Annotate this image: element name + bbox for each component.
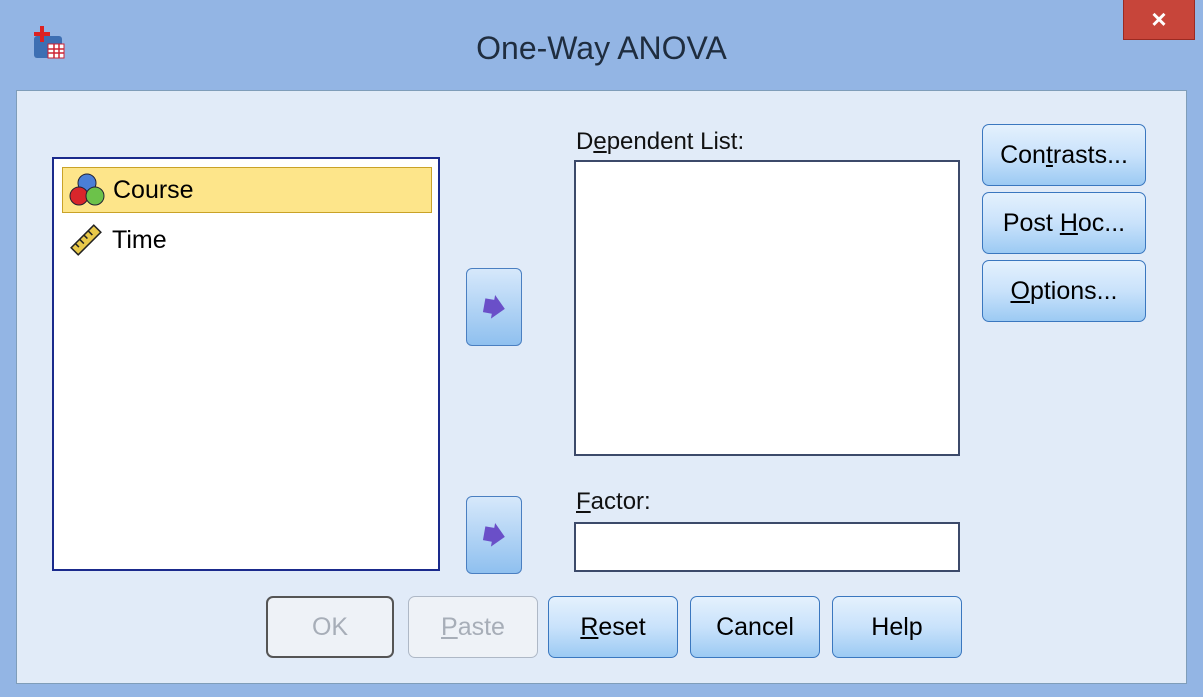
nominal-variable-icon [69,173,105,206]
variable-label: Course [113,175,194,204]
options-button[interactable]: Options... [982,260,1146,322]
factor-field[interactable] [574,522,960,572]
right-arrow-icon [482,295,505,319]
dependent-list-label: Dependent List: [576,128,745,155]
ok-button[interactable]: OK [266,596,394,658]
title-bar: One-Way ANOVA × [0,0,1203,82]
variable-item-time[interactable]: Time [62,217,432,263]
close-button[interactable]: × [1123,0,1195,40]
cancel-button[interactable]: Cancel [690,596,820,658]
right-arrow-icon [482,523,505,547]
variable-label: Time [112,225,167,254]
move-to-factor-button[interactable] [466,496,522,574]
paste-button[interactable]: Paste [408,596,538,658]
reset-button[interactable]: Reset [548,596,678,658]
source-variable-list[interactable]: Course Time [52,157,440,571]
contrasts-button[interactable]: Con t rasts... [982,124,1146,186]
window-title: One-Way ANOVA [476,30,727,66]
move-to-dependent-button[interactable] [466,268,522,346]
post-hoc-button[interactable]: Post Hoc... [982,192,1146,254]
factor-label: Factor: [576,488,651,515]
scale-variable-icon [70,224,102,256]
variable-item-course[interactable]: Course [62,167,432,213]
dependent-list-box[interactable] [574,160,960,456]
help-button[interactable]: Help [832,596,962,658]
